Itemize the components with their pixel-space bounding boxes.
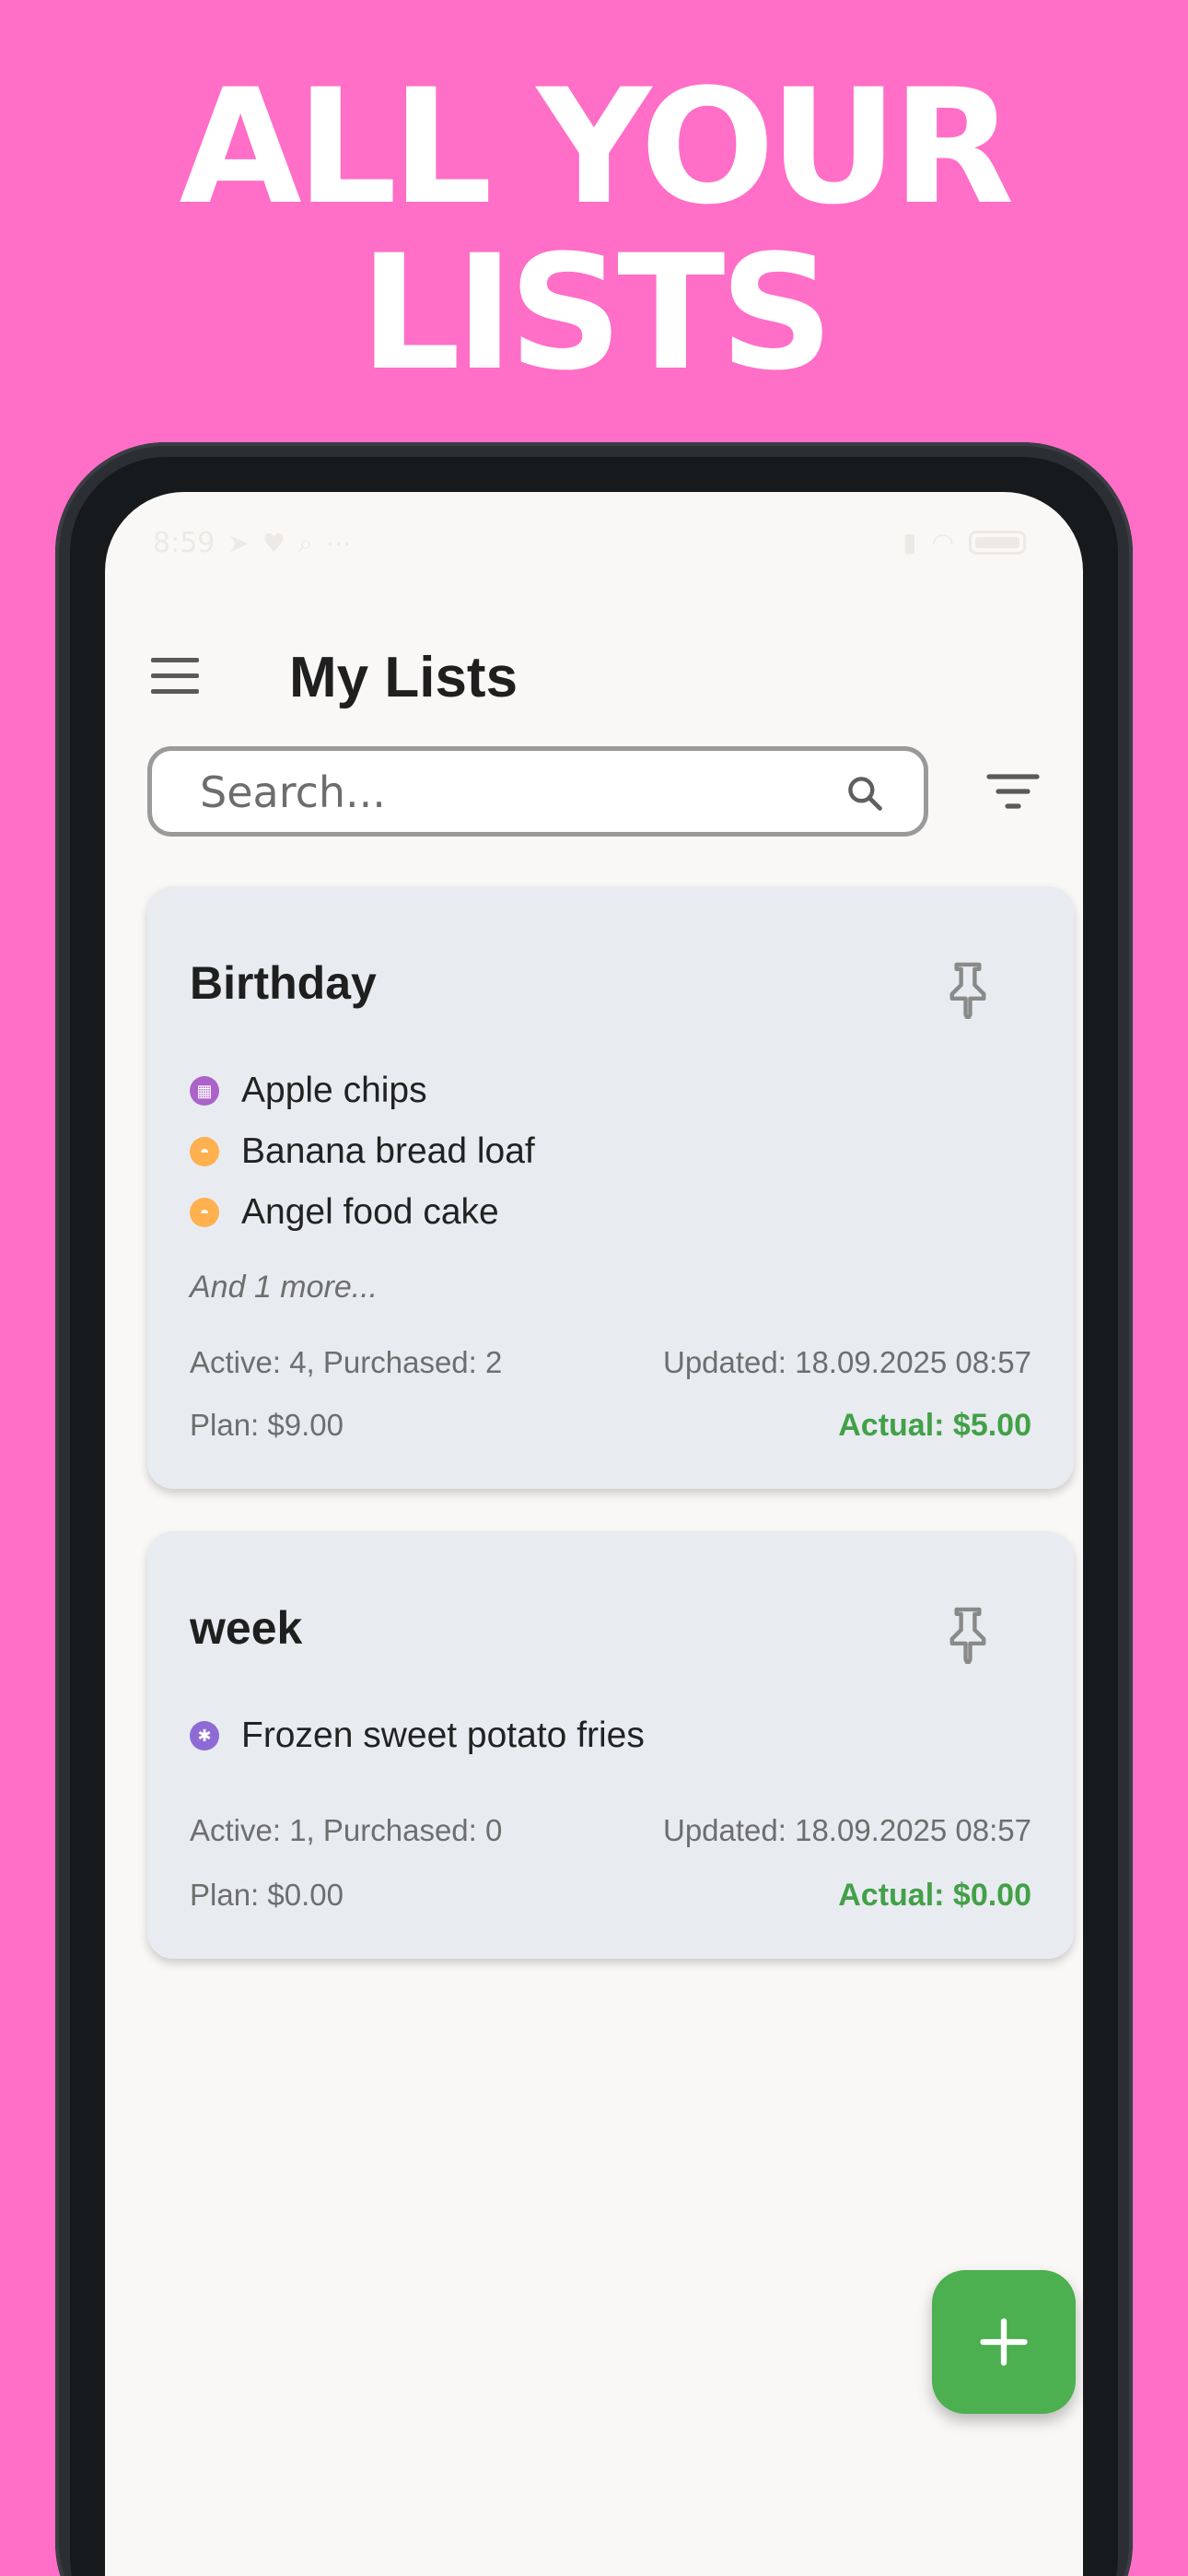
- actual-text: Actual: $0.00: [838, 1878, 1031, 1913]
- search-icon[interactable]: [844, 773, 885, 814]
- bakery-icon: ◓: [190, 1137, 219, 1166]
- more-dots-icon: ⋯: [325, 528, 352, 558]
- signal-icon: ▮: [903, 527, 917, 557]
- heart-icon: ♥: [262, 528, 285, 558]
- list-item: ◓ Banana bread loaf: [190, 1131, 535, 1172]
- headline-line-2: LISTS: [359, 220, 834, 405]
- list-item: ▦ Apple chips: [190, 1071, 427, 1111]
- wifi-icon: ◠: [931, 527, 954, 557]
- plan-text: Plan: $0.00: [190, 1878, 344, 1912]
- bakery-icon: ◓: [190, 1198, 219, 1227]
- pin-icon[interactable]: [945, 1605, 991, 1664]
- phone-bezel: 8:59 ➤ ♥ ⌕ ⋯ ▮ ◠ My Lists Search... Birt…: [70, 457, 1118, 2576]
- updated-text: Updated: 18.09.2025 08:57: [662, 1813, 1031, 1847]
- counts-text: Active: 4, Purchased: 2: [190, 1345, 503, 1379]
- search-input[interactable]: [198, 764, 828, 821]
- item-label: Banana bread loaf: [241, 1131, 535, 1171]
- battery-icon: [969, 530, 1026, 555]
- list-card-week[interactable]: week ✱ Frozen sweet potato fries Active:…: [147, 1531, 1074, 1959]
- list-item: ◓ Angel food cake: [190, 1192, 499, 1233]
- add-list-button[interactable]: [932, 2270, 1076, 2414]
- status-right: ▮ ◠: [903, 527, 1026, 557]
- promo-headline: ALL YOUR LISTS: [0, 64, 1188, 396]
- item-label: Angel food cake: [241, 1192, 499, 1232]
- headline-line-1: ALL YOUR: [179, 54, 1015, 240]
- list-title: Birthday: [190, 957, 377, 1009]
- hamburger-menu-icon[interactable]: [151, 658, 199, 695]
- actual-text: Actual: $5.00: [838, 1408, 1031, 1443]
- item-label: Frozen sweet potato fries: [241, 1715, 645, 1755]
- snack-icon: ▦: [190, 1076, 219, 1106]
- app-bar: My Lists: [105, 621, 1083, 732]
- list-item: ✱ Frozen sweet potato fries: [190, 1715, 645, 1756]
- status-time: 8:59: [153, 527, 215, 559]
- promo-screen: ALL YOUR LISTS 8:59 ➤ ♥ ⌕ ⋯ ▮ ◠ My Lists…: [0, 0, 1188, 2576]
- app-screen: 8:59 ➤ ♥ ⌕ ⋯ ▮ ◠ My Lists Search... Birt…: [105, 492, 1083, 2576]
- telegram-icon: ➤: [227, 528, 250, 558]
- search-field[interactable]: [147, 746, 928, 837]
- list-card-birthday[interactable]: Birthday ▦ Apple chips ◓ Banana bread lo…: [147, 886, 1074, 1489]
- counts-text: Active: 1, Purchased: 0: [190, 1813, 503, 1847]
- pin-icon[interactable]: [945, 960, 991, 1019]
- item-label: Apple chips: [241, 1071, 427, 1110]
- list-title: week: [190, 1602, 303, 1654]
- status-left: 8:59 ➤ ♥ ⌕ ⋯: [153, 527, 352, 559]
- search-icon: ⌕: [297, 527, 313, 558]
- snowflake-icon: ✱: [190, 1721, 219, 1751]
- status-bar: 8:59 ➤ ♥ ⌕ ⋯ ▮ ◠: [105, 520, 1083, 575]
- plus-icon: [980, 2318, 1028, 2366]
- phone-frame: 8:59 ➤ ♥ ⌕ ⋯ ▮ ◠ My Lists Search... Birt…: [55, 442, 1133, 2576]
- more-items-text: And 1 more...: [190, 1270, 379, 1305]
- updated-text: Updated: 18.09.2025 08:57: [662, 1345, 1031, 1379]
- filter-icon[interactable]: [985, 768, 1041, 814]
- page-title: My Lists: [289, 646, 518, 709]
- plan-text: Plan: $9.00: [190, 1408, 344, 1442]
